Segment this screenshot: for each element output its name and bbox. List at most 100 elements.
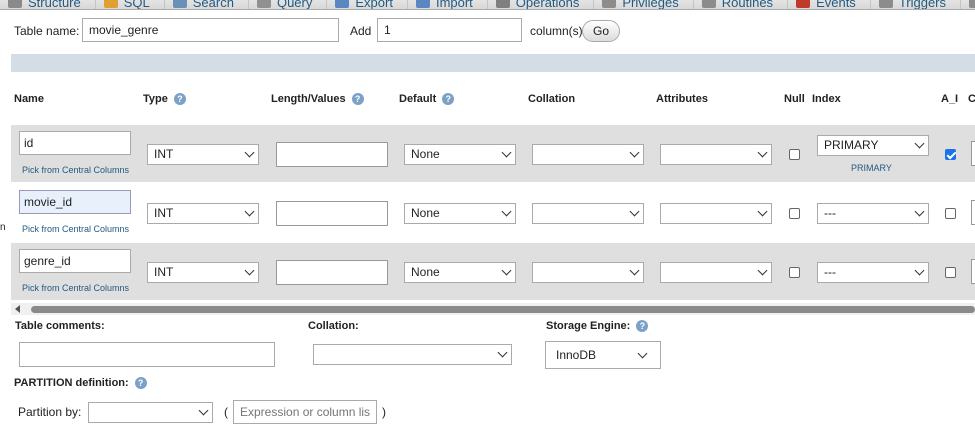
- length-values-input[interactable]: [276, 260, 388, 285]
- collation-select[interactable]: [532, 203, 644, 224]
- tab-sql[interactable]: SQL: [96, 0, 165, 10]
- attributes-select[interactable]: [660, 203, 772, 224]
- chevron-down-icon: [757, 265, 768, 276]
- chevron-down-icon: [629, 147, 640, 158]
- column-name-input[interactable]: id: [19, 131, 131, 155]
- chevron-down-icon: [914, 265, 925, 276]
- events-icon: [796, 0, 811, 8]
- horizontal-scrollbar[interactable]: [11, 303, 975, 315]
- header-index-text: Index: [812, 93, 841, 105]
- chevron-down-icon: [497, 347, 508, 358]
- tracking-icon: [969, 0, 975, 8]
- tab-privileges[interactable]: Privileges: [594, 0, 694, 9]
- partition-by-label: Partition by:: [18, 405, 82, 419]
- header-comments: C: [968, 93, 975, 105]
- tab-query[interactable]: Query: [249, 0, 328, 10]
- storage-engine-select[interactable]: InnoDB: [545, 341, 661, 369]
- go-button[interactable]: Go: [582, 20, 621, 42]
- tab-label: Search: [192, 0, 234, 10]
- table-row: movie_id Pick from Central Columns INT N…: [11, 184, 975, 241]
- null-checkbox[interactable]: [789, 208, 800, 219]
- type-select[interactable]: INT: [147, 262, 259, 283]
- tab-triggers[interactable]: Triggers: [871, 0, 962, 10]
- length-values-input[interactable]: [276, 201, 388, 226]
- auto-increment-checkbox[interactable]: [945, 149, 956, 160]
- header-ai-text: A_I: [941, 93, 959, 105]
- export-icon: [335, 0, 350, 8]
- tab-label: Triggers: [898, 0, 947, 10]
- tab-label: Import: [435, 0, 473, 10]
- partition-definition-text: PARTITION definition:: [14, 377, 129, 389]
- table-collation-select[interactable]: [313, 344, 512, 365]
- type-value: INT: [154, 147, 174, 161]
- edge-text: n: [0, 222, 6, 233]
- header-null: Null: [784, 93, 805, 105]
- header-collation: Collation: [528, 93, 575, 105]
- partition-expression-input[interactable]: [233, 400, 377, 424]
- comments-input[interactable]: [971, 200, 975, 225]
- structure-icon: [8, 0, 22, 8]
- null-checkbox[interactable]: [789, 149, 800, 160]
- default-select[interactable]: None: [404, 144, 516, 165]
- comments-input[interactable]: [971, 259, 975, 284]
- index-select[interactable]: PRIMARY: [817, 135, 929, 156]
- pick-central-columns-link[interactable]: Pick from Central Columns: [22, 224, 129, 234]
- help-icon[interactable]: ?: [442, 93, 455, 105]
- chevron-down-icon: [637, 348, 648, 359]
- collation-select[interactable]: [532, 144, 644, 165]
- index-select[interactable]: ---: [817, 262, 929, 283]
- attributes-select[interactable]: [660, 262, 772, 283]
- tab-operations[interactable]: Operations: [488, 0, 595, 10]
- comments-input[interactable]: [971, 141, 975, 166]
- paren-close: ): [382, 405, 386, 419]
- add-columns-input[interactable]: [377, 18, 522, 42]
- index-note: PRIMARY: [851, 163, 892, 173]
- column-name-input[interactable]: movie_id: [19, 190, 131, 214]
- help-icon[interactable]: ?: [636, 320, 649, 332]
- help-icon[interactable]: ?: [173, 93, 186, 105]
- null-checkbox[interactable]: [789, 267, 800, 278]
- header-default: Default?: [399, 93, 455, 105]
- partition-by-select[interactable]: [88, 402, 213, 423]
- scroll-left-icon[interactable]: [15, 305, 20, 313]
- tab-routines[interactable]: Routines: [694, 0, 789, 9]
- storage-engine-value: InnoDB: [556, 348, 597, 362]
- chevron-down-icon: [244, 206, 255, 217]
- attributes-select[interactable]: [660, 144, 772, 165]
- pick-central-columns-link[interactable]: Pick from Central Columns: [22, 283, 129, 293]
- default-select[interactable]: None: [404, 262, 516, 283]
- tab-structure[interactable]: Structure: [0, 0, 96, 9]
- help-icon[interactable]: ?: [134, 377, 147, 389]
- collation-text: Collation:: [308, 320, 359, 332]
- columns-suffix-label: column(s): [530, 24, 583, 38]
- tab-tracking[interactable]: Tracking: [961, 0, 975, 9]
- auto-increment-checkbox[interactable]: [945, 267, 956, 278]
- tab-events[interactable]: Events: [788, 0, 871, 9]
- auto-increment-checkbox[interactable]: [945, 208, 956, 219]
- table-name-input[interactable]: [82, 18, 339, 42]
- help-icon[interactable]: ?: [351, 93, 364, 105]
- index-value: ---: [824, 265, 836, 279]
- scroll-thumb[interactable]: [31, 306, 975, 313]
- tab-import[interactable]: Import: [408, 0, 488, 10]
- index-value: PRIMARY: [824, 138, 879, 152]
- chevron-down-icon: [757, 147, 768, 158]
- chevron-down-icon: [244, 265, 255, 276]
- index-select[interactable]: ---: [817, 203, 929, 224]
- default-select[interactable]: None: [404, 203, 516, 224]
- tab-label: Operations: [515, 0, 580, 10]
- length-values-input[interactable]: [276, 142, 388, 167]
- tab-label: Query: [276, 0, 313, 10]
- column-name-input[interactable]: genre_id: [19, 249, 131, 273]
- tab-search[interactable]: Search: [165, 0, 249, 10]
- partition-definition-label: PARTITION definition:?: [14, 377, 147, 389]
- tab-label: SQL: [123, 0, 150, 10]
- tab-export[interactable]: Export: [327, 0, 408, 9]
- type-select[interactable]: INT: [147, 203, 259, 224]
- table-comments-input[interactable]: [19, 342, 275, 367]
- collation-select[interactable]: [532, 262, 644, 283]
- pick-central-columns-link[interactable]: Pick from Central Columns: [22, 165, 129, 175]
- default-value: None: [411, 147, 440, 161]
- type-select[interactable]: INT: [147, 144, 259, 165]
- header-ai: A_I: [941, 93, 958, 105]
